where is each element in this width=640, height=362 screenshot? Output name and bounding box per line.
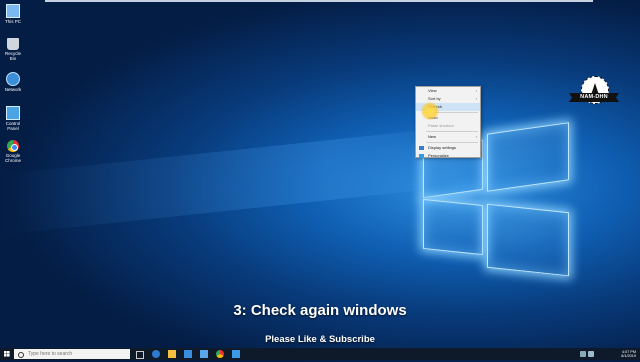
video-caption-title: 3: Check again windows — [233, 302, 407, 319]
menu-item-label: Display settings — [428, 145, 457, 150]
desktop-icon-label: This PC — [4, 19, 21, 24]
menu-item-label: Sort by — [428, 96, 441, 101]
taskbar: 4:07 PM 8/1/2019 — [0, 348, 640, 360]
desktop-icon-label: Recycle Bin — [4, 51, 21, 61]
volume-icon[interactable] — [588, 351, 594, 357]
desktop-icon-google-chrome[interactable]: Google Chrome — [2, 140, 24, 163]
recycle-bin-icon — [7, 38, 19, 50]
display-icon — [419, 146, 424, 150]
menu-item-paste-shortcut[interactable]: Paste shortcut — [416, 122, 480, 130]
network-icon — [6, 72, 20, 86]
clock-date: 8/1/2019 — [621, 354, 636, 358]
desktop-icon-recycle-bin[interactable]: Recycle Bin — [2, 38, 24, 61]
chrome-icon[interactable] — [216, 350, 224, 358]
control-panel-icon — [6, 106, 20, 120]
menu-item-view[interactable]: View › — [416, 87, 480, 95]
chevron-right-icon: › — [475, 96, 477, 101]
desktop-icon-network[interactable]: Network — [2, 72, 24, 92]
edge-icon[interactable] — [152, 350, 160, 358]
top-window-edge — [45, 0, 593, 2]
photos-icon[interactable] — [232, 350, 240, 358]
menu-item-label: View — [428, 88, 437, 93]
channel-logo-label: NAM-DHN — [569, 93, 619, 102]
logo-pane — [423, 198, 483, 256]
menu-separator — [426, 142, 478, 143]
video-caption-subtitle: Please Like & Subscribe — [265, 334, 375, 345]
channel-logo: NAM-DHN — [569, 76, 619, 116]
search-input[interactable] — [28, 349, 128, 359]
task-view-icon[interactable] — [136, 351, 144, 359]
chevron-right-icon: › — [475, 88, 477, 93]
desktop-icon-control-panel[interactable]: Control Panel — [2, 106, 24, 131]
windows-start-icon — [4, 351, 10, 357]
search-icon — [18, 351, 24, 358]
logo-pane — [487, 122, 569, 192]
desktop-context-menu: View› Sort by› Refresh Undo Paste shortc… — [415, 86, 481, 158]
desktop-icon-label: Network — [4, 87, 22, 92]
file-explorer-icon[interactable] — [168, 350, 176, 358]
logo-pane — [487, 203, 569, 277]
menu-item-new[interactable]: New › — [416, 133, 480, 141]
store-icon[interactable] — [184, 350, 192, 358]
menu-item-label: Personalize — [428, 153, 449, 158]
desktop-icon-this-pc[interactable]: This PC — [2, 4, 24, 24]
menu-item-label: New — [428, 134, 437, 139]
clock[interactable]: 4:07 PM 8/1/2019 — [621, 348, 636, 362]
computer-icon — [6, 4, 20, 18]
desktop-icon-label: Google Chrome — [4, 153, 21, 163]
menu-item-label: Paste shortcut — [428, 123, 454, 128]
menu-item-display-settings[interactable]: Display settings — [416, 144, 480, 152]
taskbar-search[interactable] — [14, 349, 130, 359]
mail-icon[interactable] — [200, 350, 208, 358]
chrome-icon — [7, 140, 19, 152]
light-beam — [0, 125, 470, 235]
desktop-icon-label: Control Panel — [5, 121, 21, 131]
menu-separator — [426, 131, 478, 132]
menu-item-personalize[interactable]: Personalize — [416, 152, 480, 160]
chevron-right-icon: › — [475, 134, 477, 139]
start-button[interactable] — [0, 348, 14, 360]
cursor-highlight — [421, 102, 439, 120]
personalize-icon — [419, 154, 424, 158]
network-tray-icon[interactable] — [580, 351, 586, 357]
